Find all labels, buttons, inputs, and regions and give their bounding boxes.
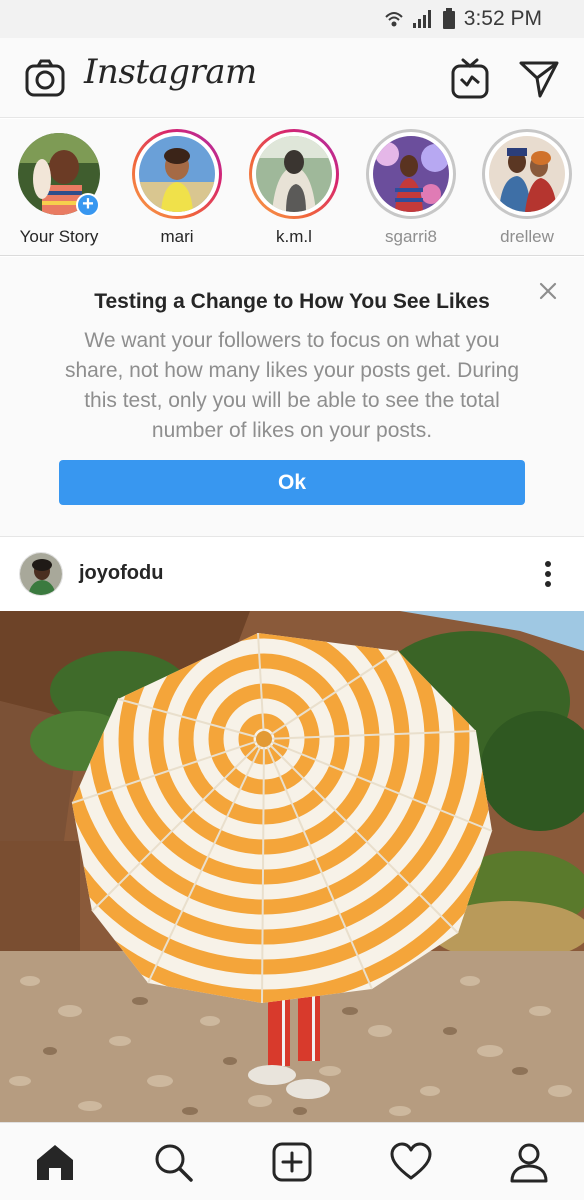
signal-icon	[412, 10, 431, 28]
story-label: drellew	[500, 227, 554, 246]
home-icon[interactable]	[34, 1141, 76, 1183]
story-avatar-sgarri8	[373, 136, 449, 212]
story-mari[interactable]: mari	[127, 129, 227, 247]
story-avatar-ring	[132, 129, 222, 219]
instagram-logo: Instagram	[84, 52, 257, 92]
status-icons: 3:52 PM	[384, 6, 542, 32]
story-sgarri8[interactable]: sgarri8	[361, 129, 461, 247]
story-avatar-ring	[249, 129, 339, 219]
story-avatar-ring: +	[14, 129, 104, 219]
story-avatar-kml	[256, 136, 332, 212]
status-time: 3:52 PM	[463, 7, 542, 30]
profile-icon[interactable]	[508, 1141, 550, 1183]
app-header: Instagram	[0, 38, 584, 118]
search-icon[interactable]	[152, 1141, 194, 1183]
direct-message-icon[interactable]	[518, 59, 560, 99]
bottom-nav	[0, 1122, 584, 1200]
post-header: joyofodu	[0, 538, 584, 611]
post-image[interactable]	[0, 611, 584, 1122]
new-post-icon[interactable]	[271, 1141, 313, 1183]
wifi-icon	[385, 12, 403, 27]
activity-heart-icon[interactable]	[390, 1141, 432, 1183]
story-kml[interactable]: k.m.l	[244, 129, 344, 247]
story-label: Your Story	[19, 227, 99, 246]
story-label: mari	[160, 227, 194, 246]
igtv-icon[interactable]	[450, 58, 490, 100]
stories-tray: + Your Story mari k.m.l sgarri8 drellew	[0, 119, 584, 256]
camera-icon[interactable]	[24, 58, 66, 100]
ok-button[interactable]: Ok	[59, 460, 525, 505]
story-avatar-drellew	[489, 136, 565, 212]
battery-icon	[442, 8, 455, 29]
story-drellew[interactable]: drellew	[477, 129, 577, 247]
post-author-avatar[interactable]	[19, 552, 63, 596]
story-label: sgarri8	[385, 227, 437, 246]
story-your-story[interactable]: + Your Story	[9, 129, 109, 247]
story-avatar-ring	[366, 129, 456, 219]
story-avatar-ring	[482, 129, 572, 219]
add-story-badge[interactable]: +	[76, 193, 100, 217]
post-username[interactable]: joyofodu	[79, 562, 163, 585]
notice-title: Testing a Change to How You See Likes	[94, 290, 490, 313]
more-options-icon[interactable]	[536, 560, 560, 588]
notice-body: We want your followers to focus on what …	[64, 329, 520, 442]
story-avatar-mari	[139, 136, 215, 212]
story-label: k.m.l	[276, 227, 312, 246]
status-bar: 3:52 PM	[0, 0, 584, 38]
likes-test-notice: Testing a Change to How You See Likes We…	[0, 257, 584, 537]
